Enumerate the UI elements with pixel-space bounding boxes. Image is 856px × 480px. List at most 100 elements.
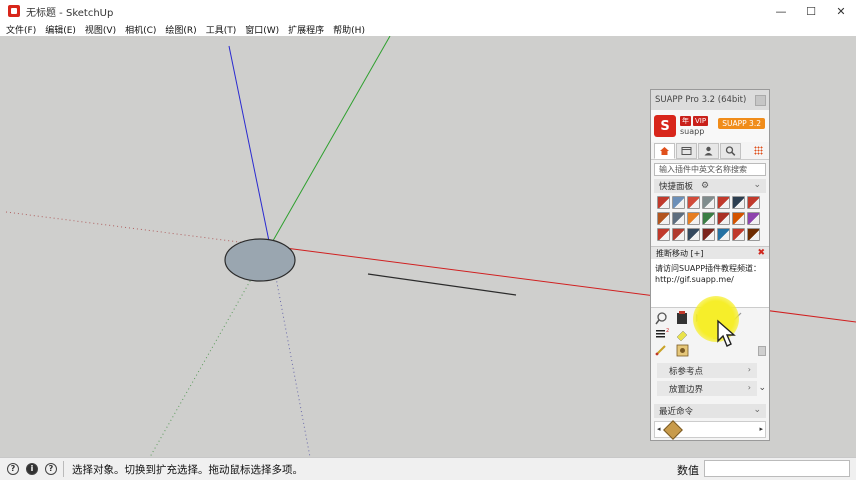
suapp-logo-icon: S [654,115,676,137]
quick-panel-label: 快捷面板 [659,182,694,192]
plugin-tool-icon[interactable] [702,228,715,241]
gear-icon[interactable]: ⚙ [701,181,709,191]
plugin-tool-grid [657,196,766,244]
axis-blue [228,45,271,247]
row-label: 放置边界 [669,384,704,395]
plugin-tool-icon[interactable] [657,228,670,241]
plugin-tool-icon[interactable] [747,228,760,241]
recent-commands-label: 最近命令 [659,407,694,417]
menu-extensions[interactable]: 扩展程序 [288,23,324,36]
suapp-panel: SUAPP Pro 3.2 (64bit) S 年 VIP suapp SUAP… [650,89,770,441]
status-divider [63,461,64,477]
plugin-tool-icon[interactable] [657,196,670,209]
plugin-tool-icon[interactable] [672,228,685,241]
plugin-tool-icon[interactable] [717,228,730,241]
panel-close-button[interactable] [755,95,766,106]
minimize-button[interactable]: — [766,0,796,22]
close-button[interactable]: ✕ [826,0,856,22]
panel-titlebar[interactable]: SUAPP Pro 3.2 (64bit) [651,90,769,110]
window-title: 无标题 - SketchUp [26,7,114,19]
close-icon[interactable]: ✖ [757,248,765,258]
plugin-tool-icon[interactable] [717,196,730,209]
circle-face [224,238,296,282]
chevron-right-icon: › [747,365,751,374]
maximize-button[interactable]: ☐ [796,0,826,22]
help-icon[interactable]: ? [45,463,57,475]
reference-point-item[interactable]: 标参考点 › [657,363,757,378]
search-icon [725,145,736,156]
vip-badge: VIP [693,116,709,126]
measurements-label: 数值 [677,464,699,477]
recent-commands-header[interactable]: 最近命令 ⌄ [654,404,766,418]
chevron-down-icon: ⌄ [753,405,761,415]
plugin-tool-icon[interactable] [702,212,715,225]
menu-camera[interactable]: 相机(C) [125,23,156,36]
quick-panel-header[interactable]: 快捷面板 ⚙ ⌄ [654,179,766,193]
menu-bar: 文件(F) 编辑(E) 视图(V) 相机(C) 绘图(R) 工具(T) 窗口(W… [0,22,856,36]
plugin-tool-icon[interactable] [672,212,685,225]
menu-view[interactable]: 视图(V) [85,23,116,36]
status-bar: ? i ? 选择对象。切换到扩充选择。拖动鼠标选择多项。 数值 [0,457,856,480]
user-icon [704,146,713,155]
cursor-icon [717,319,736,347]
plugin-tool-icon[interactable] [747,196,760,209]
bucket-tool-icon [677,311,687,324]
recent-tool-icon[interactable] [663,420,683,440]
menu-tools[interactable]: 工具(T) [206,23,237,36]
pencil-tool-icon [655,345,666,356]
plugin-tool-icon[interactable] [732,212,745,225]
status-message: 选择对象。切换到扩充选择。拖动鼠标选择多项。 [72,463,303,476]
place-boundary-item[interactable]: 放置边界 › [657,381,757,396]
plugin-tool-icon[interactable] [657,212,670,225]
credits-icon[interactable]: i [26,463,38,475]
plugin-tool-icon[interactable] [687,212,700,225]
scroll-left-icon[interactable]: ◂ [657,425,661,433]
recent-commands-strip: ◂ ▸ [654,420,766,440]
menu-edit[interactable]: 编辑(E) [45,23,76,36]
plugin-tool-icon[interactable] [732,196,745,209]
panel-tabs [651,142,769,160]
tooltip-header: 推断移动 [+] ✖ [651,246,769,259]
brand-info: 年 VIP suapp [680,116,710,136]
plugin-tool-icon[interactable] [732,228,745,241]
eraser-tool-icon [676,330,688,342]
plugin-tool-icon[interactable] [702,196,715,209]
drawn-edge [367,273,517,296]
geo-location-icon[interactable]: ? [7,463,19,475]
tab-user[interactable] [698,142,719,159]
plugin-tool-icon[interactable] [687,196,700,209]
brand-name: suapp [680,127,705,136]
svg-text:2: 2 [666,328,669,334]
menu-window[interactable]: 窗口(W) [245,23,279,36]
axis-green [269,36,391,247]
chevron-down-icon: ⌄ [753,180,761,190]
plugin-tool-icon[interactable] [672,196,685,209]
brand-header: S 年 VIP suapp SUAPP 3.2 [651,110,769,142]
measurements-input[interactable] [704,460,850,477]
home-icon [660,146,669,155]
menu-draw[interactable]: 绘图(R) [165,23,196,36]
plugin-search-input[interactable]: 输入插件中英文名称搜索 [654,163,766,176]
panel-scrollbar-thumb[interactable] [758,346,766,356]
plugin-tool-icon[interactable] [717,212,730,225]
grid-menu-icon[interactable] [754,146,763,155]
version-badge[interactable]: SUAPP 3.2 [718,118,765,129]
plugin-tool-icon[interactable] [747,212,760,225]
tab-search[interactable] [720,142,741,159]
tooltip-title: 推断移动 [+] [656,248,704,258]
row-label: 标参考点 [669,366,704,377]
tab-home[interactable] [654,142,675,159]
menu-file[interactable]: 文件(F) [6,23,36,36]
chevron-right-icon: › [747,383,751,392]
year-badge: 年 [680,116,691,126]
panel-title: SUAPP Pro 3.2 (64bit) [655,95,747,105]
frame-tool-icon [676,344,689,357]
window-titlebar: 无标题 - SketchUp — ☐ ✕ [0,0,856,22]
tab-window[interactable] [676,142,697,159]
magnifier-tool-icon [655,312,667,325]
window-controls: — ☐ ✕ [766,0,856,22]
scroll-right-icon[interactable]: ▸ [759,425,763,433]
plugin-tool-icon[interactable] [687,228,700,241]
scroll-down-icon[interactable]: ⌄ [758,383,766,393]
menu-help[interactable]: 帮助(H) [333,23,365,36]
